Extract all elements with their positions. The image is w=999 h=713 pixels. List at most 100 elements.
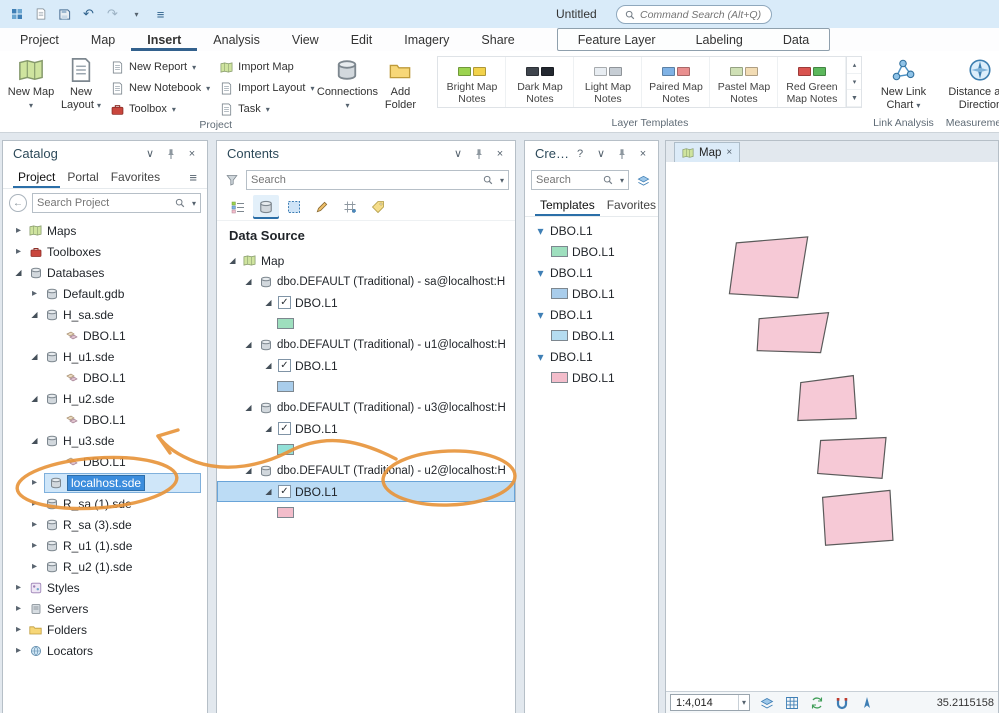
template-item-dbo-l1[interactable]: DBO.L1 bbox=[525, 325, 658, 346]
command-search-input[interactable] bbox=[640, 8, 763, 21]
symbol-swatch[interactable] bbox=[277, 381, 294, 392]
new-map-button[interactable]: New Map ▾ bbox=[6, 53, 56, 115]
north-arrow-icon[interactable] bbox=[859, 695, 875, 711]
tree-item-dbo-l1[interactable]: DBO.L1 bbox=[3, 325, 207, 346]
help-icon[interactable]: ? bbox=[573, 147, 587, 161]
customize-qat-icon[interactable]: ≡ bbox=[150, 4, 171, 24]
layer-visibility-checkbox[interactable]: ✓ bbox=[278, 422, 291, 435]
layer-visibility-checkbox[interactable]: ✓ bbox=[278, 485, 291, 498]
app-menu-icon[interactable] bbox=[6, 4, 27, 24]
collapse-icon[interactable]: ◢ bbox=[227, 256, 238, 265]
pane-menu-icon[interactable]: ∨ bbox=[594, 147, 608, 161]
tree-item-h-u1-sde[interactable]: ◢ H_u1.sde bbox=[3, 346, 207, 367]
tree-item-layer-dbo-l1[interactable]: ◢ ✓ DBO.L1 bbox=[217, 292, 515, 313]
close-icon[interactable]: × bbox=[636, 147, 650, 161]
map-feature-polygon[interactable] bbox=[816, 436, 887, 480]
tree-item-h-u2-sde[interactable]: ◢ H_u2.sde bbox=[3, 388, 207, 409]
tree-item-dbo-l1[interactable]: DBO.L1 bbox=[3, 409, 207, 430]
import-layout-button[interactable]: Import Layout ▾ bbox=[215, 78, 319, 98]
collapse-icon[interactable]: ▾ bbox=[535, 224, 546, 238]
expand-icon[interactable]: ▸ bbox=[29, 519, 40, 530]
tree-item-dbo-l1[interactable]: DBO.L1 bbox=[3, 451, 207, 472]
tree-item-toolboxes[interactable]: ▸ Toolboxes bbox=[3, 241, 207, 262]
collapse-icon[interactable]: ▾ bbox=[535, 350, 546, 364]
tree-item-layer-dbo-l1[interactable]: ◢ ✓ DBO.L1 bbox=[217, 418, 515, 439]
tree-item-localhost-sde-renaming[interactable]: ▸ localhost.sde bbox=[3, 472, 207, 493]
tree-item-source-u3[interactable]: ◢ dbo.DEFAULT (Traditional) - u3@localho… bbox=[217, 397, 515, 418]
tree-item-map[interactable]: ◢ Map bbox=[217, 250, 515, 271]
catalog-search-input[interactable] bbox=[37, 197, 168, 209]
new-layout-button[interactable]: New Layout ▾ bbox=[56, 53, 106, 115]
tab-feature-layer[interactable]: Feature Layer bbox=[558, 29, 676, 50]
grid-status-icon[interactable] bbox=[784, 695, 800, 711]
back-button[interactable]: ← bbox=[9, 194, 27, 212]
collapse-icon[interactable]: ◢ bbox=[263, 361, 274, 370]
template-item-dbo-l1[interactable]: DBO.L1 bbox=[525, 241, 658, 262]
tree-item-servers[interactable]: ▸ Servers bbox=[3, 598, 207, 619]
tree-item-h-u3-sde[interactable]: ◢ H_u3.sde bbox=[3, 430, 207, 451]
search-icon[interactable] bbox=[479, 171, 497, 189]
search-icon[interactable] bbox=[599, 171, 617, 189]
search-dropdown-icon[interactable]: ▾ bbox=[192, 199, 196, 208]
tree-item-folders[interactable]: ▸ Folders bbox=[3, 619, 207, 640]
layer-visibility-checkbox[interactable]: ✓ bbox=[278, 359, 291, 372]
map-feature-polygon[interactable] bbox=[821, 489, 894, 546]
catalog-tab-project[interactable]: Project bbox=[13, 166, 60, 188]
connections-button[interactable]: Connections ▾ bbox=[317, 53, 378, 115]
expand-icon[interactable]: ▸ bbox=[13, 225, 24, 236]
gallery-item-dark-map-notes[interactable]: Dark Map Notes bbox=[506, 57, 575, 108]
collapse-icon[interactable]: ◢ bbox=[243, 340, 254, 349]
tab-favorites[interactable]: Favorites bbox=[602, 194, 658, 216]
list-by-editing-button[interactable] bbox=[309, 195, 335, 219]
tab-labeling[interactable]: Labeling bbox=[676, 29, 763, 50]
gallery-item-paired-map-notes[interactable]: Paired Map Notes bbox=[642, 57, 711, 108]
tree-item-r-u2-1-sde[interactable]: ▸ R_u2 (1).sde bbox=[3, 556, 207, 577]
catalog-tab-favorites[interactable]: Favorites bbox=[106, 166, 165, 188]
tab-data[interactable]: Data bbox=[763, 29, 829, 50]
template-search-input[interactable] bbox=[536, 174, 596, 186]
map-feature-polygon[interactable] bbox=[728, 236, 809, 299]
collapse-icon[interactable]: ◢ bbox=[29, 394, 40, 403]
expand-icon[interactable]: ▸ bbox=[29, 498, 40, 509]
add-folder-button[interactable]: Add Folder bbox=[375, 53, 425, 115]
close-tab-icon[interactable]: × bbox=[726, 147, 732, 158]
gallery-scroll-up-icon[interactable]: ▴ bbox=[847, 57, 862, 74]
layer-visibility-checkbox[interactable]: ✓ bbox=[278, 296, 291, 309]
gallery-item-bright-map-notes[interactable]: Bright Map Notes bbox=[438, 57, 507, 108]
command-search[interactable] bbox=[616, 5, 772, 24]
catalog-search-box[interactable]: ▾ bbox=[32, 193, 201, 213]
expand-icon[interactable]: ▸ bbox=[29, 561, 40, 572]
tree-item-source-u1[interactable]: ◢ dbo.DEFAULT (Traditional) - u1@localho… bbox=[217, 334, 515, 355]
tree-item-r-sa-3-sde[interactable]: ▸ R_sa (3).sde bbox=[3, 514, 207, 535]
pin-icon[interactable] bbox=[472, 147, 486, 161]
gallery-item-red-green-map-notes[interactable]: Red Green Map Notes bbox=[778, 57, 847, 108]
save-icon[interactable] bbox=[54, 4, 75, 24]
expand-icon[interactable]: ▸ bbox=[13, 624, 24, 635]
template-group-dbo-l1[interactable]: ▾ DBO.L1 bbox=[525, 262, 658, 283]
expand-icon[interactable]: ▸ bbox=[13, 645, 24, 656]
undo-dropdown-icon[interactable]: ▾ bbox=[126, 4, 147, 24]
map-feature-polygon[interactable] bbox=[797, 374, 857, 422]
list-by-data-source-button[interactable] bbox=[253, 195, 279, 219]
list-by-snapping-button[interactable] bbox=[337, 195, 363, 219]
tree-item-dbo-l1[interactable]: DBO.L1 bbox=[3, 367, 207, 388]
pin-icon[interactable] bbox=[615, 147, 629, 161]
expand-icon[interactable]: ▸ bbox=[13, 582, 24, 593]
manage-templates-button[interactable] bbox=[634, 171, 652, 189]
notebook-icon[interactable] bbox=[30, 4, 51, 24]
expand-icon[interactable]: ▸ bbox=[29, 477, 40, 488]
tab-project[interactable]: Project bbox=[4, 28, 75, 51]
tree-item-default-gdb[interactable]: ▸ Default.gdb bbox=[3, 283, 207, 304]
tree-item-layer-dbo-l1[interactable]: ◢ ✓ DBO.L1 bbox=[217, 355, 515, 376]
collapse-icon[interactable]: ◢ bbox=[13, 268, 24, 277]
tab-insert[interactable]: Insert bbox=[131, 28, 197, 51]
tab-imagery[interactable]: Imagery bbox=[388, 28, 465, 51]
template-group-dbo-l1[interactable]: ▾ DBO.L1 bbox=[525, 346, 658, 367]
new-notebook-button[interactable]: New Notebook ▾ bbox=[106, 78, 215, 98]
list-by-selection-button[interactable] bbox=[281, 195, 307, 219]
search-dropdown-icon[interactable]: ▾ bbox=[500, 176, 504, 185]
map-feature-polygon[interactable] bbox=[756, 312, 830, 354]
filter-icon[interactable] bbox=[223, 171, 241, 189]
layers-status-icon[interactable] bbox=[759, 695, 775, 711]
template-item-dbo-l1[interactable]: DBO.L1 bbox=[525, 283, 658, 304]
